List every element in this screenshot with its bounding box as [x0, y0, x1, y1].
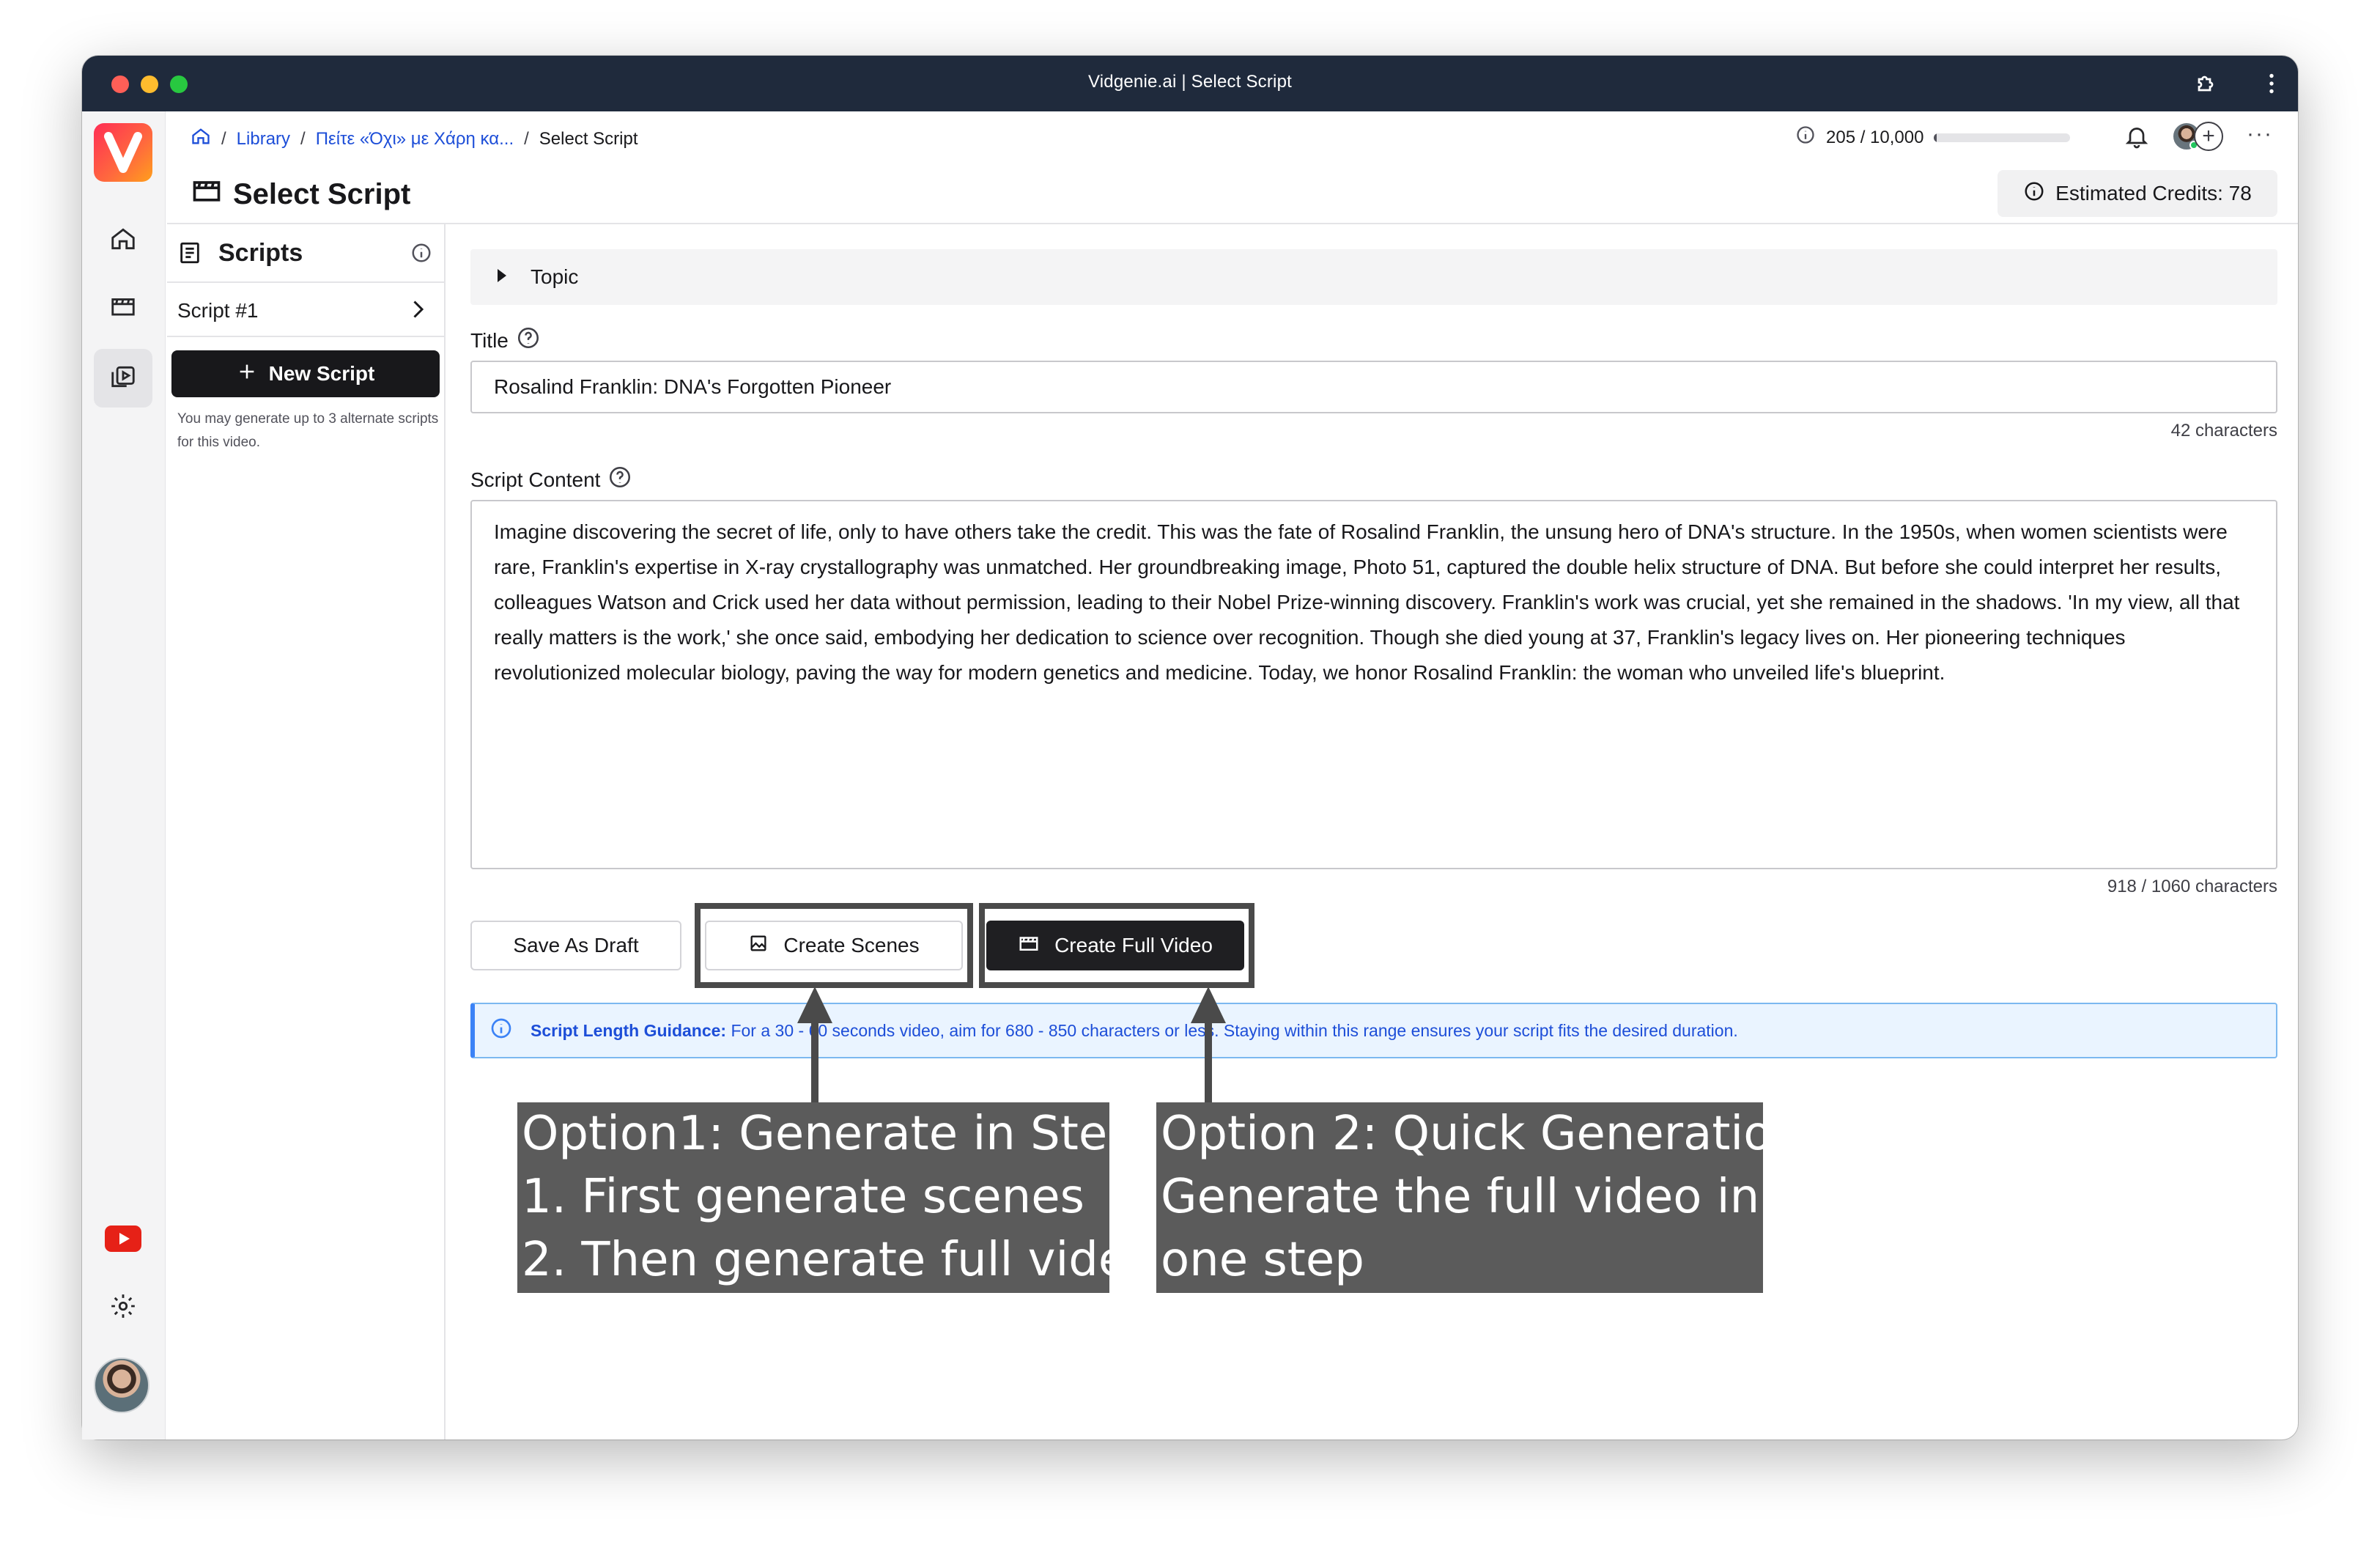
title-input[interactable] — [470, 361, 2277, 413]
bell-icon[interactable] — [2124, 123, 2150, 153]
add-collaborator-icon[interactable]: + — [2194, 122, 2223, 151]
clapperboard-icon — [109, 292, 137, 324]
topic-accordion[interactable]: Topic — [470, 249, 2277, 305]
script-length-guidance: Script Length Guidance: For a 30 - 60 se… — [470, 1003, 2277, 1058]
help-circle-icon[interactable] — [516, 325, 541, 355]
scripts-panel-header: Scripts — [167, 224, 444, 283]
credits-usage-text: 205 / 10,000 — [1826, 127, 1924, 147]
title-label: Title — [470, 325, 541, 355]
option2-arrow-head — [1191, 987, 1226, 1023]
window-title: Vidgenie.ai | Select Script — [1087, 72, 1292, 92]
scripts-panel-divider — [444, 224, 446, 1440]
info-icon — [2023, 180, 2045, 207]
scripts-panel-title: Scripts — [218, 239, 303, 267]
topic-label: Topic — [531, 265, 579, 288]
scripts-hint: You may generate up to 3 alternate scrip… — [177, 411, 439, 450]
home-icon[interactable] — [191, 126, 211, 152]
title-bar: Vidgenie.ai | Select Script — [82, 56, 2298, 111]
video-library-icon — [109, 363, 137, 394]
video-library-nav[interactable] — [94, 349, 152, 408]
save-as-draft-label: Save As Draft — [513, 934, 639, 957]
option2-line-2: Generate the full video in — [1161, 1170, 1760, 1224]
guidance-text: For a 30 - 60 seconds video, aim for 680… — [731, 1020, 1738, 1040]
guidance-label: Script Length Guidance: — [531, 1020, 727, 1040]
option1-arrow-head — [797, 987, 832, 1023]
option2-callout: Option 2: Quick Generation Generate the … — [1156, 1102, 1763, 1293]
new-script-label: New Script — [268, 362, 375, 385]
plus-icon — [237, 361, 257, 387]
script-item-label: Script #1 — [177, 299, 259, 322]
youtube-icon — [105, 1225, 141, 1256]
option1-line-2: 1. First generate scenes — [522, 1170, 1084, 1224]
script-content-label-text: Script Content — [470, 468, 601, 491]
option1-callout: Option1: Generate in Steps 1. First gene… — [517, 1102, 1109, 1293]
document-icon — [177, 240, 202, 269]
breadcrumb-project[interactable]: Πείτε «Όχι» με Χάρη κα... — [316, 129, 514, 150]
projects-nav[interactable] — [94, 279, 152, 337]
more-options-icon[interactable]: ··· — [2247, 122, 2273, 147]
breadcrumb: / Library / Πείτε «Όχι» με Χάρη κα... / … — [191, 126, 638, 152]
create-full-video-highlight — [979, 903, 1254, 988]
more-icon[interactable] — [2258, 70, 2285, 100]
script-content-label: Script Content — [470, 465, 632, 495]
credits-usage-fill — [1934, 133, 1937, 142]
option2-arrow-line — [1205, 1011, 1212, 1102]
gear-icon — [109, 1292, 137, 1324]
option1-arrow-line — [811, 1011, 818, 1102]
header-divider — [167, 223, 2298, 224]
script-content-character-count: 918 / 1060 characters — [2107, 877, 2277, 896]
settings-nav[interactable] — [94, 1278, 152, 1337]
home-nav[interactable] — [94, 211, 152, 270]
create-scenes-highlight — [695, 903, 973, 988]
chevron-right-icon — [404, 296, 431, 326]
option1-line-1: Option1: Generate in Steps — [522, 1107, 1109, 1161]
clapperboard-icon — [191, 174, 223, 214]
help-circle-icon[interactable] — [607, 465, 632, 495]
page-title: Select Script — [191, 174, 410, 214]
caret-right-icon — [495, 265, 509, 289]
info-icon — [489, 1017, 513, 1044]
estimated-credits-badge: Estimated Credits: 78 — [1998, 170, 2277, 217]
title-label-text: Title — [470, 328, 509, 352]
estimated-credits-text: Estimated Credits: 78 — [2055, 182, 2252, 204]
extension-icon[interactable] — [2192, 70, 2219, 100]
credits-usage-bar — [1934, 133, 2071, 142]
credits-usage: 205 / 10,000 — [1795, 125, 2071, 150]
save-as-draft-button[interactable]: Save As Draft — [470, 921, 681, 970]
user-avatar[interactable] — [94, 1357, 149, 1413]
breadcrumb-library[interactable]: Library — [237, 129, 290, 150]
option1-line-3: 2. Then generate full video — [522, 1233, 1109, 1287]
option2-line-1: Option 2: Quick Generation — [1161, 1107, 1763, 1161]
breadcrumb-current: Select Script — [539, 128, 638, 149]
home-icon — [109, 225, 137, 257]
new-script-button[interactable]: New Script — [171, 350, 440, 397]
collaborators[interactable]: + — [2172, 122, 2226, 151]
option2-line-3: one step — [1161, 1233, 1364, 1287]
vidgenie-logo[interactable] — [94, 123, 152, 182]
script-list-item[interactable]: Script #1 — [167, 283, 444, 337]
info-icon — [1795, 125, 1816, 150]
youtube-nav[interactable] — [94, 1211, 152, 1269]
script-content-textarea[interactable]: Imagine discovering the secret of life, … — [470, 500, 2277, 869]
page-title-text: Select Script — [233, 177, 411, 210]
title-character-count: 42 characters — [2170, 421, 2277, 441]
info-icon[interactable] — [410, 242, 432, 268]
